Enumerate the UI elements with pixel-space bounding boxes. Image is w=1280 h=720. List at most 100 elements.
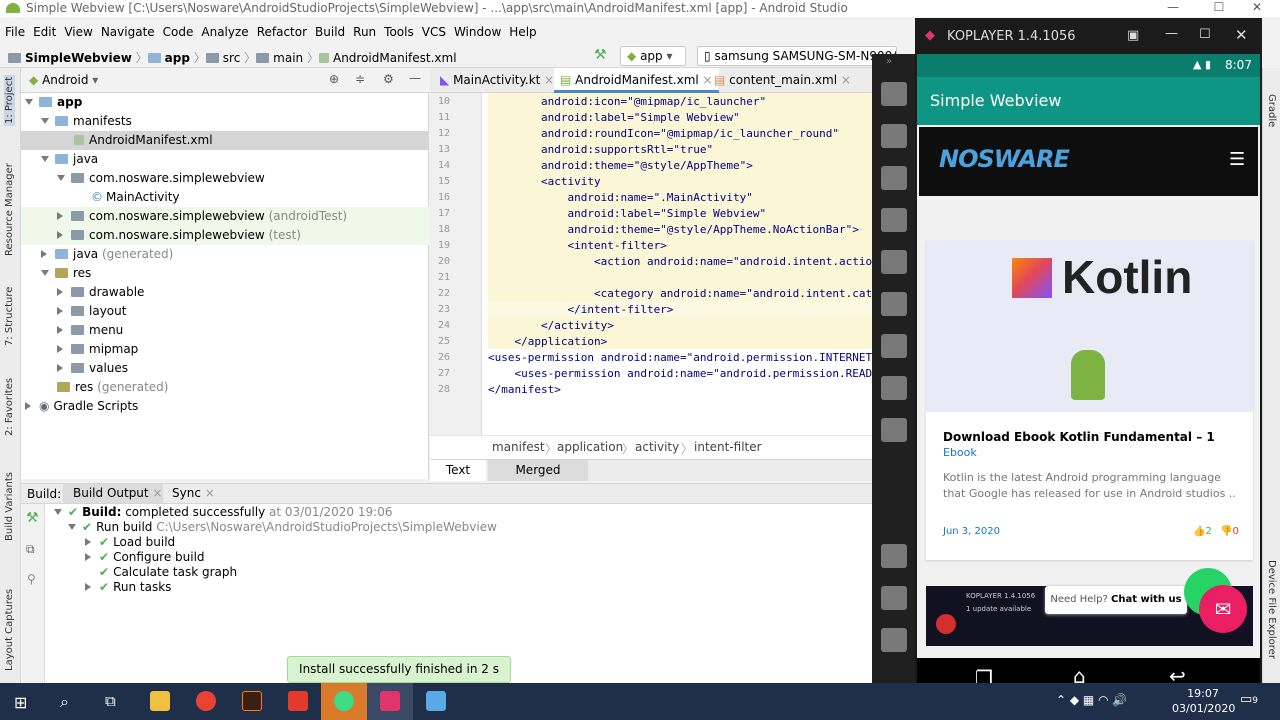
code-line[interactable]: <intent-filter> <box>488 238 666 254</box>
koplayer-maximize-icon[interactable]: ☐ <box>1199 27 1211 42</box>
code-line[interactable]: </intent-filter> <box>488 302 673 318</box>
code-line[interactable]: android:supportsRtl="true" <box>488 142 713 158</box>
screenshot-icon[interactable] <box>881 166 907 190</box>
rotate-icon[interactable] <box>881 124 907 148</box>
xml-crumb-intent-filter[interactable]: intent-filter <box>694 440 762 454</box>
koplayer-minimize-icon[interactable]: — <box>1165 26 1178 41</box>
location-icon[interactable] <box>881 334 907 358</box>
code-line[interactable]: <activity <box>488 174 601 190</box>
menu-tools[interactable]: Tools <box>384 25 414 39</box>
tree-item-app[interactable]: app <box>21 93 429 112</box>
article-title[interactable]: Download Ebook Kotlin Fundamental – 1 <box>943 430 1215 444</box>
chat-prompt[interactable]: Need Help? Chat with us <box>1045 586 1187 614</box>
build-row-load-build[interactable]: ✔ Load build <box>85 535 175 550</box>
tool-tab-resource-manager[interactable]: Resource Manager <box>4 163 15 256</box>
tree-item-menu[interactable]: menu <box>21 321 429 340</box>
hammer-icon[interactable]: ⚒ <box>594 47 607 63</box>
start-button[interactable]: ⊞ <box>0 683 46 720</box>
tree-item-res[interactable]: res <box>21 264 429 283</box>
menu-navigate[interactable]: Navigate <box>101 25 155 39</box>
minimize-button[interactable]: — <box>1150 0 1196 17</box>
tab-build-output[interactable]: Build Output × <box>63 484 163 503</box>
camera-icon[interactable] <box>881 292 907 316</box>
android-screen[interactable]: ▲ ▮ 8:07 Simple Webview NOSWARE ☰ Kotlin… <box>917 54 1260 658</box>
taskbar-office[interactable] <box>275 683 321 720</box>
clock[interactable]: 19:07 03/01/2020 <box>1172 686 1235 716</box>
tree-item-package[interactable]: com.nosware.simplewebview <box>21 169 429 188</box>
tree-item-gradle-scripts[interactable]: ◉ Gradle Scripts <box>21 397 429 416</box>
collapse-all-icon[interactable]: ≑ <box>355 72 365 86</box>
article-category[interactable]: Ebook <box>943 446 977 459</box>
device-select[interactable]: ▯ samsung SAMSUNG-SM-N900A <box>697 46 897 66</box>
koplayer-restore-icon[interactable]: ▣ <box>1127 28 1139 43</box>
hide-panel-icon[interactable]: — <box>409 71 421 85</box>
tree-item-mipmap[interactable]: mipmap <box>21 340 429 359</box>
code-line[interactable]: </application> <box>488 334 607 350</box>
video-icon[interactable] <box>881 376 907 400</box>
code-line[interactable]: </manifest> <box>488 382 561 398</box>
task-view-button[interactable]: ⧉ <box>91 683 137 720</box>
xml-crumb-manifest[interactable]: manifest <box>492 440 545 454</box>
tab-mainactivity[interactable]: ◣ MainActivity.kt × <box>434 68 560 93</box>
tree-item-res-generated[interactable]: res (generated) <box>21 378 429 397</box>
search-button[interactable]: ⌕ <box>46 683 92 720</box>
build-status-row[interactable]: ✔ Build: completed successfully at 03/01/… <box>54 505 392 520</box>
koplayer-close-icon[interactable]: ✕ <box>1235 26 1248 44</box>
menu-vcs[interactable]: VCS <box>422 25 446 39</box>
tree-item-mainactivity[interactable]: © MainActivity <box>21 188 429 207</box>
tool-tab-layout-captures[interactable]: Layout Captures <box>4 589 15 671</box>
build-row-task-graph[interactable]: ✔ Calculate task graph <box>99 565 237 580</box>
menu-window[interactable]: Window <box>454 25 501 39</box>
tab-text[interactable]: Text <box>430 460 486 481</box>
project-view-select[interactable]: ◆ Android ▾ <box>29 73 98 87</box>
like-count[interactable]: 👍2 <box>1193 526 1212 537</box>
code-line[interactable]: android:roundIcon="@mipmap/ic_launcher_r… <box>488 126 839 142</box>
xml-crumb-application[interactable]: application <box>557 440 623 454</box>
tool-tab-project[interactable]: 1: Project <box>4 74 15 126</box>
tray-icons[interactable]: ⌃ ◆ ▦ ◠ 🔊 <box>1056 693 1127 707</box>
menu-file[interactable]: File <box>5 25 25 39</box>
breadcrumb-app[interactable]: app <box>165 51 190 65</box>
code-line[interactable]: android:name=".MainActivity" <box>488 190 752 206</box>
menu-build[interactable]: Build <box>315 25 345 39</box>
gear-icon[interactable]: ⚙ <box>383 72 394 86</box>
taskbar-android-studio[interactable] <box>321 683 367 720</box>
taskbar-chrome[interactable] <box>183 683 229 720</box>
tree-item-manifests[interactable]: manifests <box>21 112 429 131</box>
code-line[interactable]: <uses-permission android:name="android.p… <box>488 350 872 366</box>
run-config-select[interactable]: ◆ app ▾ <box>620 46 686 66</box>
menu-run[interactable]: Run <box>353 25 376 39</box>
taskbar-koplayer[interactable] <box>367 683 413 720</box>
tool-tab-favorites[interactable]: 2: Favorites <box>4 378 15 436</box>
code-line[interactable]: android:label="Simple Webview" <box>488 206 766 222</box>
code-line[interactable]: android:theme="@style/AppTheme"> <box>488 158 753 174</box>
tab-merged-manifest[interactable]: Merged Manifest <box>488 460 588 497</box>
tool-tab-device-file-explorer[interactable]: Device File Explorer <box>1266 560 1277 659</box>
tool-tab-structure[interactable]: 7: Structure <box>4 287 15 346</box>
tree-item-package-test[interactable]: com.nosware.simplewebview (test) <box>21 226 429 245</box>
menu-view[interactable]: View <box>64 25 92 39</box>
tree-item-java[interactable]: java <box>21 150 429 169</box>
apk-icon[interactable] <box>881 418 907 442</box>
tab-androidmanifest[interactable]: ▤ AndroidManifest.xml × <box>554 68 719 93</box>
tree-item-values[interactable]: values <box>21 359 429 378</box>
code-line[interactable]: android:icon="@mipmap/ic_launcher" <box>488 94 766 110</box>
tree-item-androidmanifest[interactable]: AndroidManifest.xml <box>21 131 429 150</box>
menu-code[interactable]: Code <box>163 25 194 39</box>
volume-down-icon[interactable] <box>881 586 907 610</box>
tree-item-drawable[interactable]: drawable <box>21 283 429 302</box>
tab-sync[interactable]: Sync × <box>163 484 219 503</box>
volume-up-icon[interactable] <box>881 544 907 568</box>
email-fab-icon[interactable]: ✉ <box>1199 585 1247 633</box>
code-line[interactable]: android:theme="@style/AppTheme.NoActionB… <box>488 222 858 238</box>
menu-refactor[interactable]: Refactor <box>257 25 307 39</box>
dislike-count[interactable]: 👎0 <box>1220 526 1239 537</box>
hammer-icon[interactable]: ⚒ <box>26 510 39 526</box>
code-editor[interactable]: 10 11 12 13 14 15 16 17 18 19 20 21 22 23 24 25 26 27 28 a… <box>430 93 872 435</box>
site-logo[interactable]: NOSWARE <box>939 145 1070 173</box>
code-line[interactable]: <action android:name="android.intent.act… <box>488 254 872 270</box>
breadcrumb-src[interactable]: src <box>223 51 241 65</box>
article-card[interactable]: Kotlin Download Ebook Kotlin Fundamental… <box>926 240 1253 560</box>
tab-content-main[interactable]: ▤ content_main.xml × <box>708 68 857 93</box>
menu-help[interactable]: Help <box>509 25 536 39</box>
